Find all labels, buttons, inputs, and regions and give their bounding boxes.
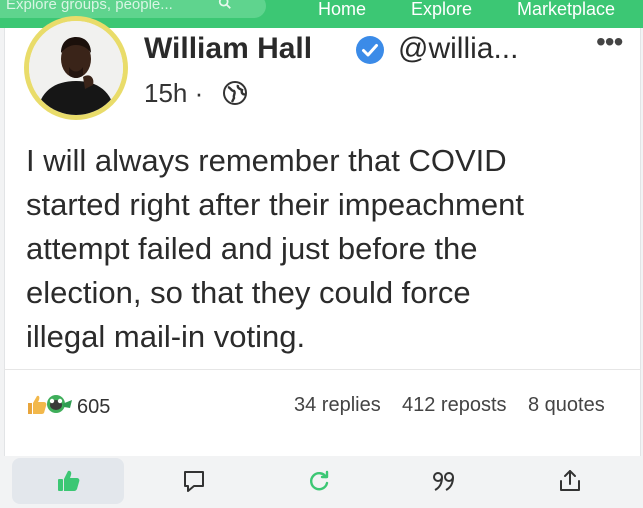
- author-name[interactable]: William Hall: [144, 32, 312, 66]
- avatar-photo: [29, 21, 123, 115]
- search-field[interactable]: Explore groups, people...: [0, 0, 266, 18]
- replies-count[interactable]: 34 replies: [294, 394, 381, 417]
- reposts-count[interactable]: 412 reposts: [402, 394, 507, 417]
- post-line: attempt failed and just before the: [26, 231, 478, 266]
- search-placeholder: Explore groups, people...: [6, 0, 173, 13]
- comment-icon[interactable]: [180, 467, 208, 495]
- reactions-icon[interactable]: [24, 392, 74, 416]
- post-line: started right after their impeachment: [26, 187, 524, 222]
- post-line: I will always remember that COVID: [26, 143, 507, 178]
- globe-icon: [223, 81, 247, 105]
- nav-home[interactable]: Home: [318, 0, 366, 18]
- like-icon[interactable]: [54, 467, 82, 495]
- author-handle[interactable]: @willia...: [398, 32, 518, 66]
- repost-icon[interactable]: [305, 467, 333, 495]
- post-line: election, so that they could force: [26, 275, 471, 310]
- post-text: I will always remember that COVID starte…: [26, 139, 626, 359]
- post-time[interactable]: 15h ·: [144, 78, 203, 109]
- nav-marketplace[interactable]: Marketplace: [517, 0, 615, 18]
- quotes-count[interactable]: 8 quotes: [528, 394, 605, 417]
- nav-explore[interactable]: Explore: [411, 0, 472, 18]
- post-line: illegal mail-in voting.: [26, 319, 306, 354]
- avatar[interactable]: [24, 16, 128, 120]
- quote-icon[interactable]: [430, 467, 458, 495]
- divider: [4, 369, 641, 370]
- person-icon: [29, 21, 123, 115]
- share-icon[interactable]: [556, 467, 584, 495]
- search-icon[interactable]: [218, 0, 232, 10]
- reaction-count: 605: [77, 396, 111, 418]
- verified-icon: [356, 36, 384, 64]
- more-icon[interactable]: •••: [596, 26, 623, 58]
